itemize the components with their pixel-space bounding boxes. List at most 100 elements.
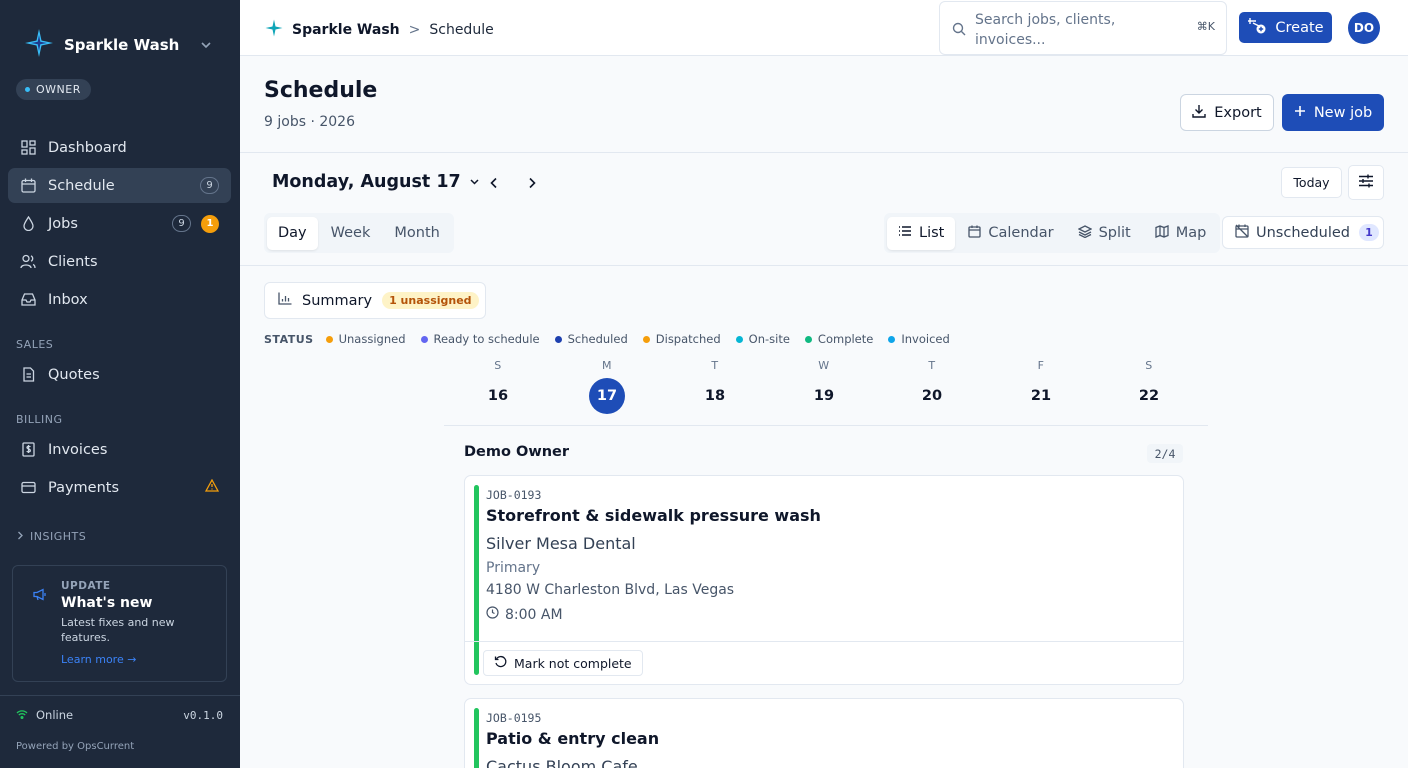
unscheduled-button[interactable]: Unscheduled 1 xyxy=(1222,216,1384,249)
job-id: JOB-0193 xyxy=(486,488,542,502)
sidebar-item-label: Quotes xyxy=(48,366,100,383)
tab-split[interactable]: Split xyxy=(1067,217,1142,250)
chevron-down-icon[interactable] xyxy=(200,36,212,55)
update-card: UPDATE What's new Latest fixes and new f… xyxy=(12,565,227,682)
section-label-billing: BILLING xyxy=(16,413,63,426)
day-column[interactable]: S 16 xyxy=(468,358,528,414)
sidebar-item-payments[interactable]: Payments xyxy=(8,470,231,505)
legend-item: Ready to schedule xyxy=(420,332,540,346)
legend-dot xyxy=(325,335,333,343)
legend-item: Complete xyxy=(804,332,874,346)
sidebar: Sparkle Wash OWNER Dashboard Schedule 9 … xyxy=(0,0,240,768)
calendar-icon xyxy=(20,178,36,194)
unassigned-badge: 1 unassigned xyxy=(382,292,479,309)
summary-button[interactable]: Summary 1 unassigned xyxy=(264,282,486,319)
insights-toggle[interactable]: INSIGHTS xyxy=(16,530,86,543)
mark-not-complete-label: Mark not complete xyxy=(514,655,632,671)
chevron-left-icon xyxy=(490,177,497,189)
calendar-icon xyxy=(968,225,982,242)
day-letter: T xyxy=(928,359,936,372)
job-location: Primary xyxy=(486,560,541,576)
day-number-selected: 17 xyxy=(589,378,625,414)
day-column[interactable]: M 17 xyxy=(577,358,637,414)
sidebar-item-schedule[interactable]: Schedule 9 xyxy=(8,168,231,203)
legend-label: Ready to schedule xyxy=(433,332,540,346)
avatar[interactable]: DO xyxy=(1348,12,1380,44)
tab-calendar[interactable]: Calendar xyxy=(957,217,1064,250)
workspace-switcher[interactable]: Sparkle Wash xyxy=(24,28,179,62)
toolbar-divider xyxy=(240,265,1408,266)
day-number: 20 xyxy=(921,388,943,404)
tab-calendar-label: Calendar xyxy=(988,225,1054,241)
sidebar-item-invoices[interactable]: Invoices xyxy=(8,432,231,467)
powered-by: Powered by OpsCurrent xyxy=(16,741,135,752)
job-title: Patio & entry clean xyxy=(486,729,660,748)
next-day-button[interactable] xyxy=(522,173,542,193)
export-button[interactable]: Export xyxy=(1180,94,1274,131)
technician-job-count: 2/4 xyxy=(1147,444,1183,463)
megaphone-icon xyxy=(33,586,47,605)
range-tabs: Day Week Month xyxy=(264,213,454,253)
chevron-right-icon xyxy=(529,177,536,189)
sidebar-divider xyxy=(0,695,240,696)
day-column[interactable]: T 18 xyxy=(685,358,745,414)
sidebar-item-label: Payments xyxy=(48,479,120,496)
map-icon xyxy=(1155,224,1169,242)
tab-day[interactable]: Day xyxy=(267,216,318,250)
sidebar-item-label: Inbox xyxy=(48,291,88,308)
create-icon xyxy=(1247,17,1267,39)
warning-icon xyxy=(204,478,220,496)
tab-month[interactable]: Month xyxy=(383,217,450,250)
credit-card-icon xyxy=(20,480,36,496)
page-header: Schedule 9 jobs · 2026 Export New job xyxy=(240,56,1408,153)
view-settings-button[interactable] xyxy=(1348,165,1384,200)
legend-dot xyxy=(735,335,743,343)
tab-list[interactable]: List xyxy=(887,216,956,250)
layers-icon xyxy=(1077,224,1093,242)
job-client: Silver Mesa Dental xyxy=(486,534,636,553)
job-card[interactable]: JOB-0193 Storefront & sidewalk pressure … xyxy=(464,475,1184,685)
status-label: Online xyxy=(36,708,74,722)
mark-not-complete-button[interactable]: Mark not complete xyxy=(483,650,643,676)
day-column[interactable]: S 22 xyxy=(1119,358,1179,414)
tab-week[interactable]: Week xyxy=(320,217,382,250)
day-number: 19 xyxy=(813,388,835,404)
learn-more-link[interactable]: Learn more → xyxy=(61,653,136,666)
day-column[interactable]: T 20 xyxy=(902,358,962,414)
export-label: Export xyxy=(1214,104,1262,121)
job-card[interactable]: JOB-0195 Patio & entry clean Cactus Bloo… xyxy=(464,698,1184,768)
tab-map[interactable]: Map xyxy=(1144,217,1218,250)
day-number: 18 xyxy=(704,388,726,404)
update-tag: UPDATE xyxy=(61,580,111,592)
day-column[interactable]: W 19 xyxy=(794,358,854,414)
calendar-off-icon xyxy=(1235,224,1249,242)
legend-label: Unassigned xyxy=(338,332,406,346)
new-job-button[interactable]: New job xyxy=(1282,94,1384,131)
global-search[interactable]: Search jobs, clients, invoices... ⌘K xyxy=(939,1,1227,55)
breadcrumb-app[interactable]: Sparkle Wash xyxy=(292,22,400,38)
bar-chart-icon xyxy=(278,292,292,309)
section-label-sales: SALES xyxy=(16,338,54,351)
sidebar-item-quotes[interactable]: Quotes xyxy=(8,357,231,392)
tab-split-label: Split xyxy=(1098,225,1131,241)
day-number: 22 xyxy=(1138,388,1160,404)
droplet-icon xyxy=(20,216,36,232)
create-button[interactable]: Create xyxy=(1239,12,1332,43)
sidebar-item-inbox[interactable]: Inbox xyxy=(8,282,231,317)
sidebar-item-clients[interactable]: Clients xyxy=(8,244,231,279)
prev-day-button[interactable] xyxy=(484,173,504,193)
today-button[interactable]: Today xyxy=(1281,167,1342,198)
page-title: Schedule xyxy=(264,78,378,103)
day-letter: W xyxy=(818,359,830,372)
legend-dot xyxy=(642,335,650,343)
inbox-icon xyxy=(20,292,36,308)
legend-label: Complete xyxy=(817,332,874,346)
dollar-file-icon xyxy=(20,442,36,458)
sidebar-item-dashboard[interactable]: Dashboard xyxy=(8,130,231,165)
legend-item: Unassigned xyxy=(325,332,406,346)
job-title: Storefront & sidewalk pressure wash xyxy=(486,506,821,525)
day-column[interactable]: F 21 xyxy=(1011,358,1071,414)
date-picker[interactable]: Monday, August 17 xyxy=(272,172,480,192)
download-icon xyxy=(1192,104,1206,122)
sidebar-item-jobs[interactable]: Jobs 9 1 xyxy=(8,206,231,241)
